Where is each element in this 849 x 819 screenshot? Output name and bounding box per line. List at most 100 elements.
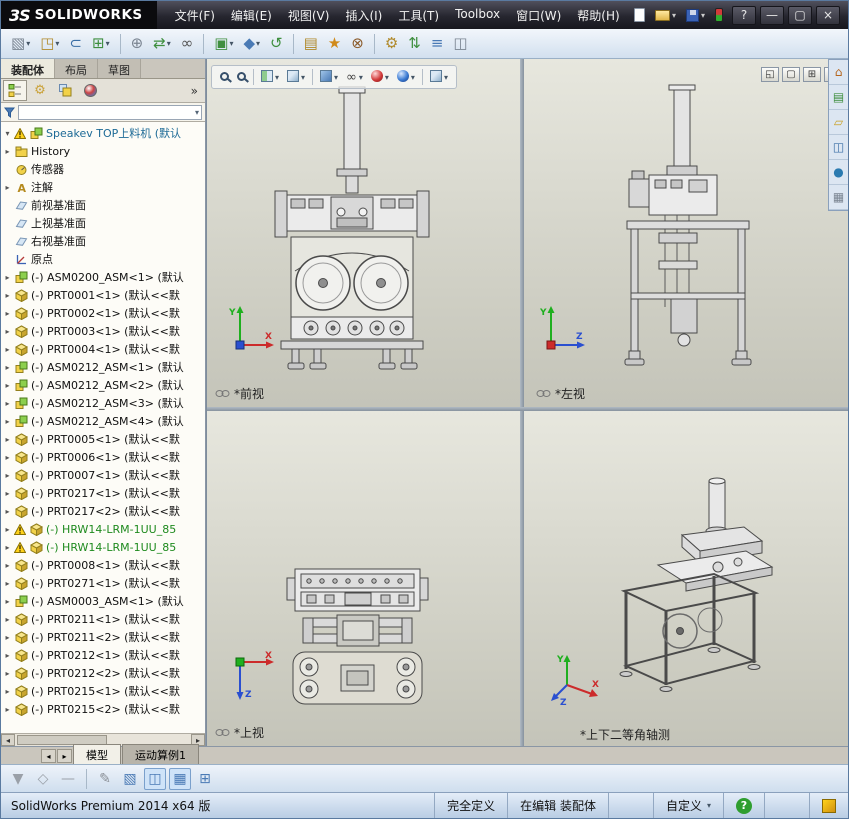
menu-item[interactable]: 视图(V) [280, 2, 338, 29]
edit-status[interactable]: 在编辑 装配体 [507, 793, 608, 818]
tag-indicator[interactable] [809, 793, 848, 818]
close-button[interactable]: × [816, 6, 840, 25]
tree-item[interactable]: ▸(-) PRT0271<1> (默认<<默 [3, 574, 205, 592]
expand-arrow-icon[interactable]: ▸ [3, 597, 12, 606]
viewport-front[interactable]: Y X *前视 [207, 59, 520, 407]
expand-arrow-icon[interactable]: ▸ [3, 291, 12, 300]
user-options-button[interactable] [713, 6, 725, 24]
expand-arrow-icon[interactable]: ▸ [3, 183, 12, 192]
expand-arrow-icon[interactable]: ▸ [3, 399, 12, 408]
tree-item[interactable]: ▸(-) PRT0005<1> (默认<<默 [3, 430, 205, 448]
display-style-button[interactable]: ▾ [317, 68, 341, 87]
document-tab-运动算例1[interactable]: 运动算例1 [122, 744, 199, 764]
tree-item[interactable]: ▸(-) PRT0211<2> (默认<<默 [3, 628, 205, 646]
expand-arrow-icon[interactable]: ▸ [3, 417, 12, 426]
tree-item[interactable]: ▸(-) PRT0003<1> (默认<<默 [3, 322, 205, 340]
expand-arrow-icon[interactable]: ▸ [3, 273, 12, 282]
panel-expand-chevron[interactable]: » [186, 84, 203, 98]
tree-item[interactable]: ▸(-) HRW14-LRM-1UU_85 [3, 520, 205, 538]
expand-arrow-icon[interactable]: ▸ [3, 561, 12, 570]
tree-item[interactable]: ▸(-) PRT0215<2> (默认<<默 [3, 700, 205, 718]
selection-filter-button[interactable]: ▼ [7, 768, 29, 790]
move-component-button[interactable]: ⇄▾ [149, 33, 175, 54]
definition-status[interactable]: 完全定义 [434, 793, 507, 818]
expand-arrow-icon[interactable]: ▸ [3, 381, 12, 390]
new-document-button[interactable] [632, 6, 647, 24]
tree-item[interactable]: 原点 [3, 250, 205, 268]
help-button[interactable]: ? [732, 6, 756, 25]
solidworks-resources-tab[interactable]: ⌂ [829, 60, 848, 85]
expand-arrow-icon[interactable]: ▸ [3, 507, 12, 516]
menu-item[interactable]: 帮助(H) [569, 2, 627, 29]
panel-tab-草图[interactable]: 草图 [98, 59, 141, 78]
expand-arrow-icon[interactable]: ▸ [3, 345, 12, 354]
expand-arrow-icon[interactable]: ▸ [3, 471, 12, 480]
expand-arrow-icon[interactable]: ▸ [3, 633, 12, 642]
section-properties-button[interactable]: ◫ [449, 33, 471, 54]
sketch-snaps-button[interactable]: ✎ [94, 768, 116, 790]
tree-item[interactable]: ▸A注解 [3, 178, 205, 196]
menu-item[interactable]: 工具(T) [390, 2, 447, 29]
menu-item[interactable]: 窗口(W) [508, 2, 569, 29]
scroll-left-button[interactable]: ◂ [1, 734, 15, 746]
tree-item[interactable]: ▸(-) PRT0008<1> (默认<<默 [3, 556, 205, 574]
viewport-isometric[interactable]: Y X Z *上下二等角轴测 [524, 411, 848, 746]
grid-settings-button[interactable]: ⊞ [194, 768, 216, 790]
expand-arrow-icon[interactable]: ▸ [3, 651, 12, 660]
custom-properties-tab[interactable]: ▦ [829, 185, 848, 210]
tree-item[interactable]: ▸(-) PRT0215<1> (默认<<默 [3, 682, 205, 700]
tree-item[interactable]: ▸(-) PRT0211<1> (默认<<默 [3, 610, 205, 628]
tree-item[interactable]: 上视基准面 [3, 214, 205, 232]
tree-item[interactable]: ▸History [3, 142, 205, 160]
viewport-splitter-vertical[interactable] [520, 59, 524, 746]
expand-arrow-icon[interactable]: ▾ [3, 129, 12, 138]
insert-component-button[interactable]: ◳▾ [36, 33, 63, 54]
open-document-button[interactable]: ▾ [653, 8, 678, 23]
smart-fasteners-button[interactable]: ⊕ [127, 33, 148, 54]
maximize-button[interactable]: ▢ [788, 6, 812, 25]
expand-arrow-icon[interactable]: ▸ [3, 309, 12, 318]
expand-arrow-icon[interactable]: ▸ [3, 147, 12, 156]
expand-arrow-icon[interactable]: ▸ [3, 615, 12, 624]
menu-item[interactable]: 编辑(E) [223, 2, 280, 29]
tree-item[interactable]: ▸(-) PRT0001<1> (默认<<默 [3, 286, 205, 304]
tree-item[interactable]: ▸(-) PRT0002<1> (默认<<默 [3, 304, 205, 322]
view-wireframe-button[interactable]: ◫ [144, 768, 166, 790]
tree-item[interactable]: ▾Speakev TOP上料机 (默认 [3, 124, 205, 142]
expand-arrow-icon[interactable]: ▸ [3, 525, 12, 534]
expand-arrow-icon[interactable]: ▸ [3, 489, 12, 498]
filter-edges-button[interactable]: — [57, 768, 79, 790]
tree-item[interactable]: ▸(-) ASM0212_ASM<1> (默认 [3, 358, 205, 376]
display-manager-tab[interactable] [78, 80, 102, 101]
viewport-pane-toggle-button[interactable]: ◱ [761, 67, 779, 82]
new-motion-study-button[interactable]: ↺ [266, 33, 287, 54]
tree-item[interactable]: ▸(-) ASM0003_ASM<1> (默认 [3, 592, 205, 610]
viewport-restore-button[interactable]: ▢ [782, 67, 800, 82]
hide-show-items-button[interactable]: ∞▾ [343, 68, 366, 86]
tree-item[interactable]: ▸(-) ASM0212_ASM<4> (默认 [3, 412, 205, 430]
appearances-scenes-tab[interactable]: ● [829, 160, 848, 185]
measure-button[interactable]: ≡ [427, 33, 448, 54]
viewport-splitter-horizontal[interactable] [207, 407, 848, 411]
tree-item[interactable]: ▸(-) PRT0006<1> (默认<<默 [3, 448, 205, 466]
menu-item[interactable]: 文件(F) [167, 2, 223, 29]
expand-arrow-icon[interactable]: ▸ [3, 543, 12, 552]
menu-item[interactable]: Toolbox [447, 2, 508, 29]
tree-item[interactable]: ▸(-) ASM0212_ASM<3> (默认 [3, 394, 205, 412]
panel-tab-装配体[interactable]: 装配体 [1, 59, 55, 78]
tree-item[interactable]: ▸(-) ASM0200_ASM<1> (默认 [3, 268, 205, 286]
bill-of-materials-button[interactable]: ▤ [300, 33, 322, 54]
design-library-tab[interactable]: ▤ [829, 85, 848, 110]
reference-geometry-button[interactable]: ◆▾ [239, 33, 264, 54]
multi-view-toggle-button[interactable]: ▦ [169, 768, 191, 790]
expand-arrow-icon[interactable]: ▸ [3, 435, 12, 444]
edit-appearance-button[interactable]: ▾ [368, 68, 392, 87]
expand-arrow-icon[interactable]: ▸ [3, 363, 12, 372]
mate-button[interactable]: ⊂ [65, 33, 86, 54]
linear-component-pattern-button[interactable]: ⊞▾ [88, 33, 114, 54]
interference-detection-button[interactable]: ⊗ [347, 33, 368, 54]
expand-arrow-icon[interactable]: ▸ [3, 669, 12, 678]
show-hidden-components-button[interactable]: ∞ [177, 33, 198, 54]
apply-scene-button[interactable]: ▾ [394, 68, 418, 87]
assembly-features-button[interactable]: ▣▾ [210, 33, 237, 54]
